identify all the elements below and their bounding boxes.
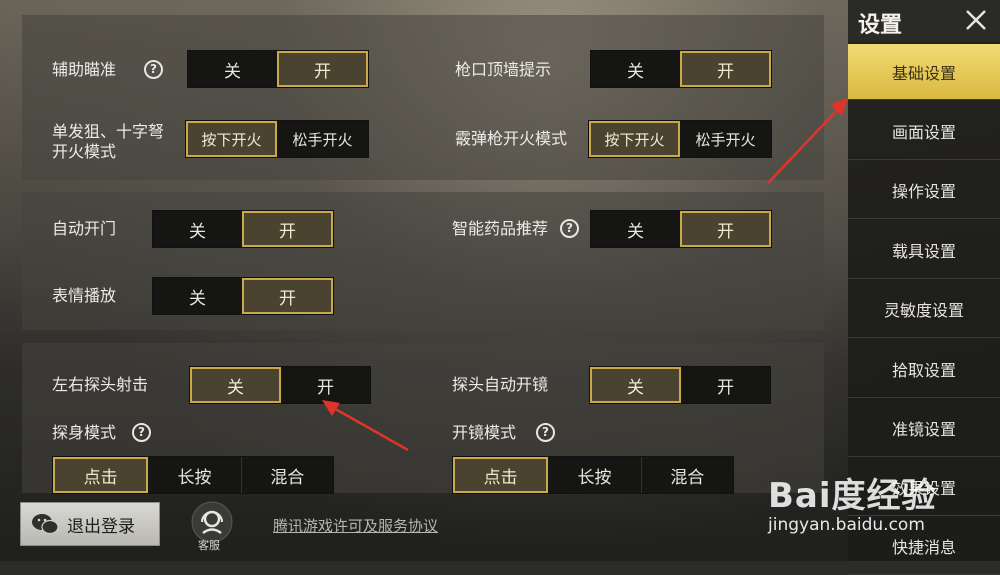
single-fire-press-button[interactable]: 按下开火	[186, 121, 278, 157]
nav-control-settings[interactable]: 操作设置	[848, 161, 1000, 219]
auto-door-off-button[interactable]: 关	[153, 211, 242, 247]
peek-fire-toggle: 关 开	[189, 366, 371, 404]
scope-mode-help-icon[interactable]: ?	[536, 423, 555, 442]
nav-graphics-settings[interactable]: 画面设置	[848, 102, 1000, 160]
emote-play-on-button[interactable]: 开	[241, 278, 333, 314]
med-recommend-toggle: 关 开	[590, 210, 772, 248]
scope-mode-label: 开镜模式	[452, 423, 517, 442]
aim-assist-toggle: 关 开	[187, 50, 369, 88]
peek-mode-mixed-button[interactable]: 混合	[241, 457, 333, 493]
single-fire-release-button[interactable]: 松手开火	[277, 121, 368, 157]
aim-assist-label: 辅助瞄准	[52, 60, 117, 79]
shotgun-fire-mode-toggle: 按下开火 松手开火	[588, 120, 772, 158]
peek-mode-help-icon[interactable]: ?	[132, 423, 151, 442]
auto-door-toggle: 关 开	[152, 210, 334, 248]
muzzle-hint-off-button[interactable]: 关	[591, 51, 680, 87]
wechat-icon	[32, 514, 59, 535]
peek-fire-on-button[interactable]: 开	[281, 367, 370, 403]
scope-mode-tap-button[interactable]: 点击	[453, 457, 549, 493]
peek-scope-off-button[interactable]: 关	[590, 367, 682, 403]
med-recommend-label: 智能药品推荐	[452, 219, 549, 238]
emote-play-off-button[interactable]: 关	[153, 278, 242, 314]
peek-mode-selector: 点击 长按 混合	[52, 456, 334, 494]
peek-scope-on-button[interactable]: 开	[681, 367, 770, 403]
med-recommend-help-icon[interactable]: ?	[560, 219, 579, 238]
customer-service-label: 客服	[198, 539, 220, 552]
muzzle-hint-toggle: 关 开	[590, 50, 772, 88]
med-recommend-off-button[interactable]: 关	[591, 211, 680, 247]
single-fire-mode-toggle: 按下开火 松手开火	[185, 120, 369, 158]
scope-mode-mixed-button[interactable]: 混合	[641, 457, 733, 493]
emote-play-label: 表情播放	[52, 286, 117, 305]
peek-mode-tap-button[interactable]: 点击	[53, 457, 149, 493]
muzzle-hint-on-button[interactable]: 开	[679, 51, 771, 87]
emote-play-toggle: 关 开	[152, 277, 334, 315]
nav-vehicle-settings[interactable]: 载具设置	[848, 221, 1000, 279]
shotgun-press-button[interactable]: 按下开火	[589, 121, 681, 157]
nav-scope-settings[interactable]: 准镜设置	[848, 399, 1000, 457]
nav-pickup-settings[interactable]: 拾取设置	[848, 340, 1000, 398]
nav-basic-settings[interactable]: 基础设置	[848, 44, 1000, 100]
aim-assist-off-button[interactable]: 关	[188, 51, 277, 87]
baidu-watermark-logo: Bai度经验	[768, 476, 937, 516]
auto-door-label: 自动开门	[52, 219, 117, 238]
aim-assist-on-button[interactable]: 开	[276, 51, 368, 87]
close-icon[interactable]	[962, 6, 990, 34]
shotgun-fire-label: 霰弹枪开火模式	[455, 129, 568, 148]
nav-sensitivity-settings[interactable]: 灵敏度设置	[848, 280, 1000, 338]
peek-mode-label: 探身模式	[52, 423, 117, 442]
logout-button[interactable]: 退出登录	[20, 502, 160, 546]
shotgun-release-button[interactable]: 松手开火	[680, 121, 771, 157]
med-recommend-on-button[interactable]: 开	[679, 211, 771, 247]
auto-door-on-button[interactable]: 开	[241, 211, 333, 247]
peek-scope-label: 探头自动开镜	[452, 375, 549, 394]
single-fire-label-line2: 开火模式	[52, 142, 117, 161]
sidebar-title: 设置	[858, 13, 903, 38]
scope-mode-selector: 点击 长按 混合	[452, 456, 734, 494]
peek-scope-toggle: 关 开	[589, 366, 771, 404]
logout-label: 退出登录	[67, 516, 135, 537]
peek-fire-label: 左右探头射击	[52, 375, 149, 394]
muzzle-hint-label: 枪口顶墙提示	[455, 60, 552, 79]
peek-mode-hold-button[interactable]: 长按	[148, 457, 242, 493]
peek-fire-off-button[interactable]: 关	[190, 367, 282, 403]
aim-assist-help-icon[interactable]: ?	[144, 60, 163, 79]
scope-mode-hold-button[interactable]: 长按	[548, 457, 642, 493]
single-fire-label-line1: 单发狙、十字弩	[52, 122, 165, 141]
baidu-watermark-url: jingyan.baidu.com	[768, 515, 925, 535]
license-agreement-link[interactable]: 腾讯游戏许可及服务协议	[273, 515, 438, 536]
